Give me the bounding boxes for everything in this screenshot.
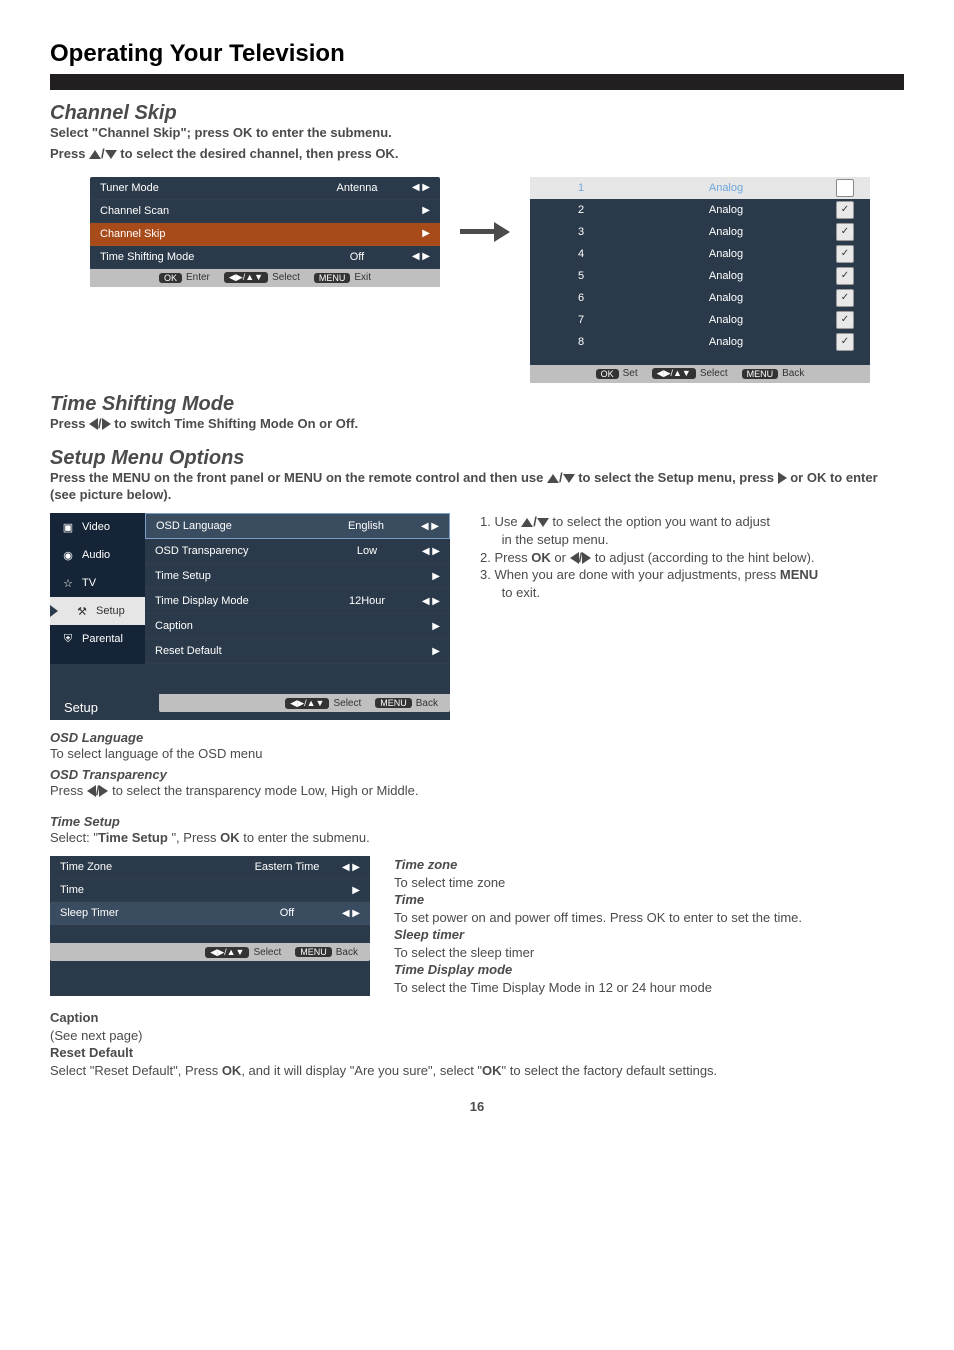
channel-row[interactable]: 4Analog✓: [530, 243, 870, 265]
tuner-row[interactable]: Time Shifting ModeOff◀ ▶: [90, 246, 440, 269]
arrow-right-icon: [460, 222, 510, 242]
sidebar-label: TV: [82, 577, 96, 589]
checkbox-icon[interactable]: [836, 179, 854, 197]
reset-text: Select "Reset Default", Press OK, and it…: [50, 1062, 904, 1080]
sidebar-label: Parental: [82, 633, 123, 645]
sidebar-label: Setup: [96, 605, 125, 617]
osd-transparency-text: Press / to select the transparency mode …: [50, 782, 904, 800]
section-channel-skip: Channel Skip: [50, 102, 904, 125]
sidebar-label: Audio: [82, 549, 110, 561]
time-footer: ◀▶/▲▼Select MENUBack: [50, 943, 370, 961]
setup-row[interactable]: OSD TransparencyLow◀ ▶: [145, 539, 450, 564]
right-icon: [102, 418, 111, 430]
left-icon: [89, 418, 98, 430]
setup-row[interactable]: Reset Default▶: [145, 639, 450, 664]
checkbox-icon[interactable]: ✓: [836, 267, 854, 285]
checkbox-icon[interactable]: ✓: [836, 333, 854, 351]
left-icon: [87, 785, 96, 797]
checkbox-icon[interactable]: ✓: [836, 289, 854, 307]
channel-footer: OKSet ◀▶/▲▼Select MENUBack: [530, 365, 870, 383]
down-icon: [563, 474, 575, 483]
sidebar-item-setup[interactable]: ⚒ Setup: [50, 597, 145, 625]
setup-icon: ⚒: [74, 603, 90, 619]
time-shifting-line: Press / to switch Time Shifting Mode On …: [50, 416, 904, 433]
page-number: 16: [50, 1099, 904, 1114]
caption-title: Caption: [50, 1010, 904, 1027]
tuner-row[interactable]: Channel Skip▶: [90, 223, 440, 246]
tuner-footer: OKEnter ◀▶/▲▼Select MENUExit: [90, 269, 440, 287]
down-icon: [537, 518, 549, 527]
video-icon: ▣: [60, 519, 76, 535]
time-panel: Time ZoneEastern Time◀ ▶Time▶Sleep Timer…: [50, 856, 370, 996]
time-setup-title: Time Setup: [50, 814, 904, 829]
setup-row[interactable]: Time Display Mode12Hour◀ ▶: [145, 589, 450, 614]
divider: [50, 74, 904, 90]
right-icon: [582, 552, 591, 564]
channel-list-panel: 1Analog2Analog✓3Analog✓4Analog✓5Analog✓6…: [530, 177, 870, 383]
tuner-row[interactable]: Tuner ModeAntenna◀ ▶: [90, 177, 440, 200]
checkbox-icon[interactable]: ✓: [836, 201, 854, 219]
up-icon: [89, 150, 101, 159]
channel-row[interactable]: 3Analog✓: [530, 221, 870, 243]
setup-menu-line: Press the MENU on the front panel or MEN…: [50, 470, 904, 504]
page-title: Operating Your Television: [50, 40, 904, 68]
tv-icon: ☆: [60, 575, 76, 591]
left-icon: [570, 552, 579, 564]
section-setup-menu: Setup Menu Options: [50, 447, 904, 470]
channel-skip-line2: Press / to select the desired channel, t…: [50, 146, 904, 163]
parental-icon: ⛨: [60, 631, 76, 647]
channel-row[interactable]: 1Analog: [530, 177, 870, 199]
up-icon: [547, 474, 559, 483]
sidebar-item-video[interactable]: ▣ Video: [50, 513, 145, 541]
channel-row[interactable]: 7Analog✓: [530, 309, 870, 331]
channel-row[interactable]: 8Analog✓: [530, 331, 870, 353]
channel-row[interactable]: 6Analog✓: [530, 287, 870, 309]
checkbox-icon[interactable]: ✓: [836, 223, 854, 241]
checkbox-icon[interactable]: ✓: [836, 245, 854, 263]
audio-icon: ◉: [60, 547, 76, 563]
setup-row[interactable]: OSD LanguageEnglish◀ ▶: [145, 513, 450, 539]
sidebar-item-parental[interactable]: ⛨ Parental: [50, 625, 145, 653]
time-row[interactable]: Sleep TimerOff◀ ▶: [50, 902, 370, 925]
reset-title: Reset Default: [50, 1045, 904, 1062]
sidebar-label: Video: [82, 521, 110, 533]
osd-language-title: OSD Language: [50, 730, 904, 745]
setup-row[interactable]: Time Setup▶: [145, 564, 450, 589]
tuner-row[interactable]: Channel Scan▶: [90, 200, 440, 223]
setup-panel: ▣ Video ◉ Audio ☆ TV ⚒ Setup ⛨ Parental OSD Langu…: [50, 513, 450, 720]
checkbox-icon[interactable]: ✓: [836, 311, 854, 329]
sidebar-item-audio[interactable]: ◉ Audio: [50, 541, 145, 569]
down-icon: [105, 150, 117, 159]
setup-footer: ◀▶/▲▼Select MENUBack: [159, 694, 450, 712]
sidebar-item-tv[interactable]: ☆ TV: [50, 569, 145, 597]
caption-sub: (See next page): [50, 1027, 904, 1045]
time-row[interactable]: Time▶: [50, 879, 370, 902]
osd-transparency-title: OSD Transparency: [50, 767, 904, 782]
channel-row[interactable]: 5Analog✓: [530, 265, 870, 287]
tuner-panel: Tuner ModeAntenna◀ ▶Channel Scan▶Channel…: [90, 177, 440, 287]
channel-skip-line1: Select "Channel Skip"; press OK to enter…: [50, 125, 904, 142]
osd-language-text: To select language of the OSD menu: [50, 745, 904, 763]
setup-row[interactable]: Caption▶: [145, 614, 450, 639]
up-icon: [521, 518, 533, 527]
time-setup-line: Select: "Time Setup ", Press OK to enter…: [50, 829, 904, 847]
setup-steps: 1. Use / to select the option you want t…: [480, 513, 904, 720]
right-icon: [778, 472, 787, 484]
time-row[interactable]: Time ZoneEastern Time◀ ▶: [50, 856, 370, 879]
section-time-shifting: Time Shifting Mode: [50, 393, 904, 416]
channel-row[interactable]: 2Analog✓: [530, 199, 870, 221]
time-descriptions: Time zone To select time zone Time To se…: [394, 856, 904, 996]
setup-bottom-label: Setup: [50, 694, 159, 720]
